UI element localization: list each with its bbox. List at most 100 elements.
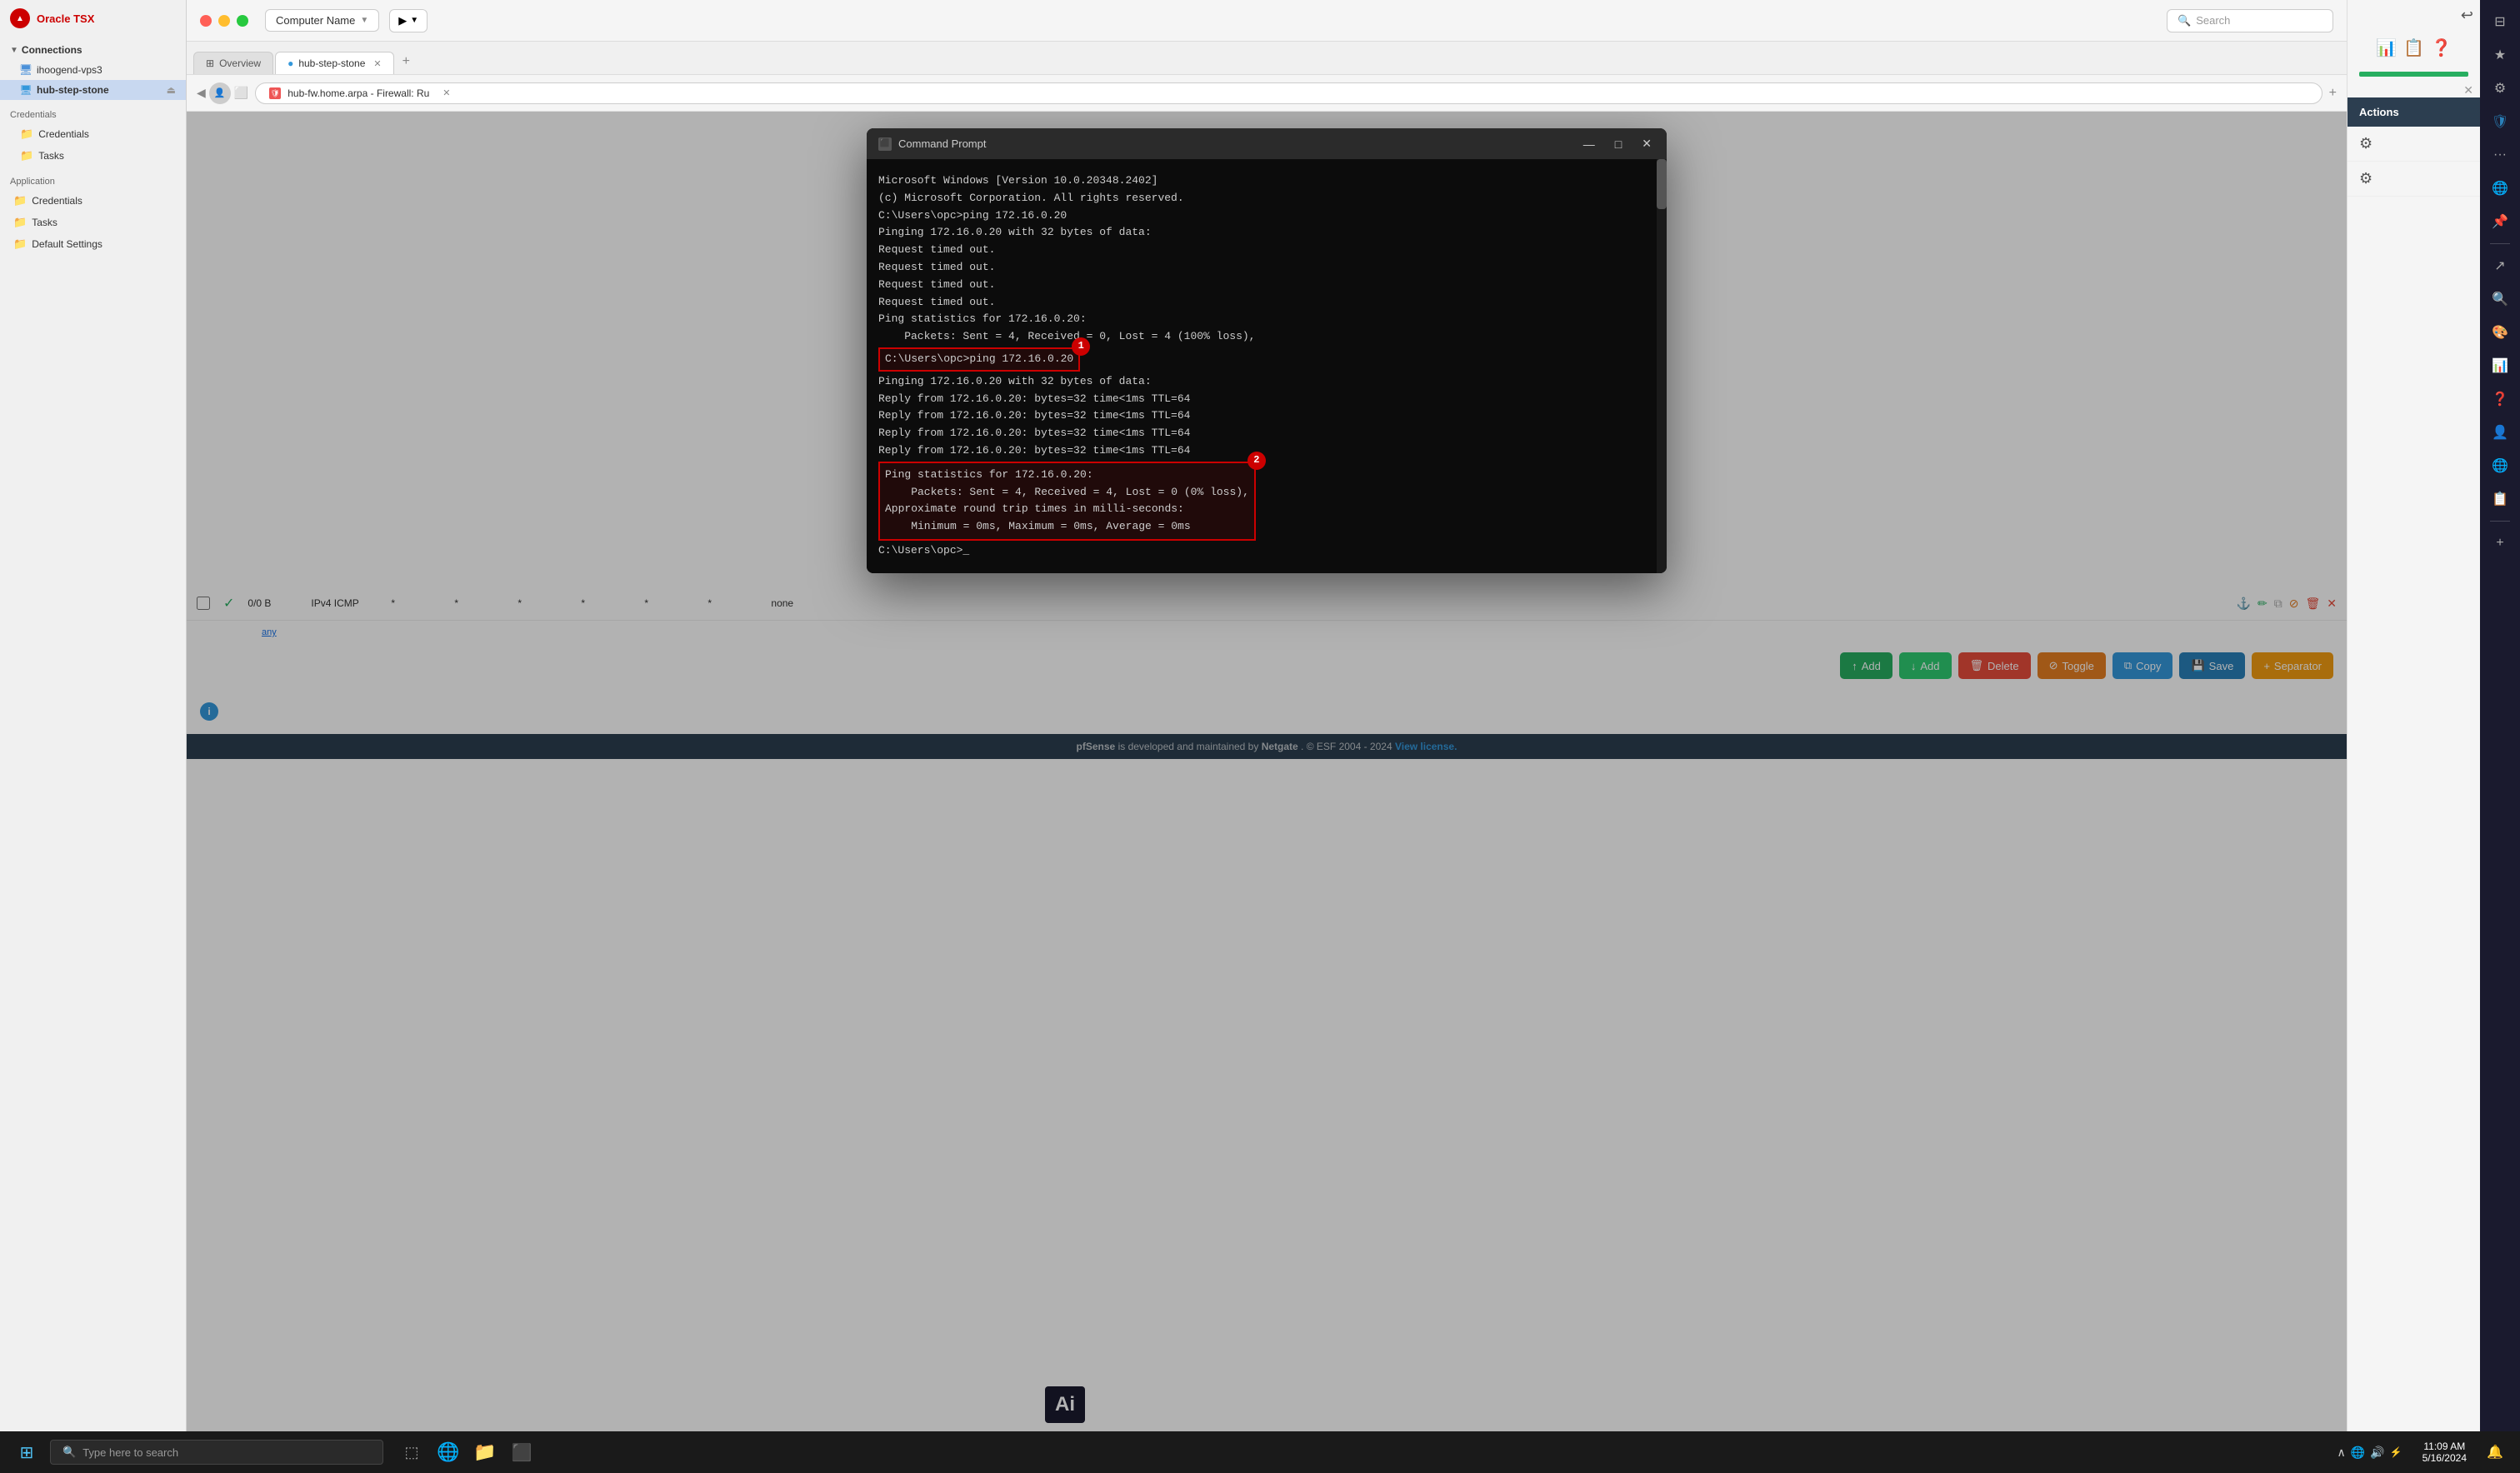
ext-edge-icon[interactable]: 🌐 [2485,173,2515,203]
close-tab-icon[interactable]: ✕ [373,58,381,69]
cmd-line-7: Request timed out. [878,242,1655,259]
ext-forward-icon[interactable]: ↗ [2485,251,2515,281]
eject-icon[interactable]: ⏏ [167,84,176,96]
gear-icon-2: ⚙ [2359,170,2372,187]
application-section: Application 📁 Credentials 📁 Tasks 📁 Defa… [0,170,186,258]
ext-search-ext-icon[interactable]: 🔍 [2485,284,2515,314]
ext-shield-icon[interactable]: 🛡 [2485,107,2515,137]
tab-overview[interactable]: ⊞ Overview [193,52,273,74]
notifications-icon[interactable]: 🔔 [2480,1437,2510,1467]
taskbar-search-icon: 🔍 [62,1446,76,1459]
add-tab-button[interactable]: + [396,49,417,74]
ext-user-icon[interactable]: 👤 [2485,417,2515,447]
ext-color-icon[interactable]: 🎨 [2485,317,2515,347]
maximize-button[interactable] [237,15,248,27]
scrollbar-thumb[interactable] [1657,159,1667,209]
scrollbar-track[interactable] [1657,159,1667,573]
ext-more-icon[interactable]: ··· [2485,140,2515,170]
taskbar-task-view[interactable]: ⬚ [397,1437,427,1467]
browser-new-tab-btn[interactable]: ⬜ [234,86,248,100]
app-container: ▲ Oracle TSX ▼ Connections 🖥 ihoogend-vp… [0,0,2520,1473]
ext-star-icon[interactable]: ★ [2485,40,2515,70]
bar-chart-icon[interactable]: 📊 [2376,37,2397,58]
sidebar-item-tasks-1[interactable]: 📁 Tasks [0,145,186,167]
cmd-prompt-end: C:\Users\opc>_ [878,542,1655,560]
credentials-header: Credentials [0,107,186,123]
search-icon: 🔍 [2178,14,2191,27]
cmd-controls: — □ ✕ [1580,137,1655,151]
actions-return-btn[interactable]: ↩ [2461,7,2473,24]
ext-question-icon[interactable]: ❓ [2485,384,2515,414]
tab-overview-label: Overview [219,57,261,69]
window-controls [200,15,248,27]
play-button[interactable]: ▶ ▼ [389,9,428,32]
app-credentials-label: Credentials [32,195,82,207]
cmd-stats-2: Packets: Sent = 4, Received = 4, Lost = … [885,484,1249,502]
tray-area: ∧ 🌐 🔊 ⚡ [2338,1446,2402,1460]
action-item-1[interactable]: ⚙ [2348,127,2480,162]
url-bar[interactable]: 🛡 hub-fw.home.arpa - Firewall: Ru ✕ [255,82,2322,104]
ext-columns-icon[interactable]: ⊟ [2485,7,2515,37]
tray-battery-icon[interactable]: ⚡ [2390,1446,2402,1458]
taskbar-explorer[interactable]: 📁 [470,1437,500,1467]
url-favicon: 🛡 [269,87,281,99]
cmd-line-1: Microsoft Windows [Version 10.0.20348.24… [878,172,1655,190]
cmd-line-2: (c) Microsoft Corporation. All rights re… [878,190,1655,207]
sidebar-item-label-2: hub-step-stone [37,84,109,96]
add-page-btn[interactable]: + [2329,86,2337,101]
actions-top-bar: ↩ [2348,0,2480,31]
cmd-close-btn[interactable]: ✕ [1638,137,1655,151]
folder-icon-2: 📁 [20,149,33,162]
main-content: Computer Name ▼ ▶ ▼ 🔍 Search ⊞ Overview … [187,0,2347,1473]
computer-name-selector[interactable]: Computer Name ▼ [265,9,379,32]
tray-volume-icon[interactable]: 🔊 [2370,1446,2384,1460]
cmd-maximize-btn[interactable]: □ [1612,137,1625,151]
ext-clipboard-icon[interactable]: 📋 [2485,484,2515,514]
tray-network-icon[interactable]: 🌐 [2351,1446,2365,1460]
cmd-stats-4: Minimum = 0ms, Maximum = 0ms, Average = … [885,518,1249,536]
table-icon[interactable]: 📋 [2403,37,2424,58]
tab-bar: ⊞ Overview ● hub-step-stone ✕ + [187,42,2347,75]
taskbar-terminal[interactable]: ⬛ [507,1437,537,1467]
taskbar-search[interactable]: 🔍 Type here to search [50,1440,383,1465]
tab-hub-step-stone[interactable]: ● hub-step-stone ✕ [275,52,394,74]
taskbar-edge[interactable]: 🌐 [433,1437,463,1467]
close-button[interactable] [200,15,212,27]
sidebar-item-credentials-1[interactable]: 📁 Credentials [0,123,186,145]
cmd-line-10: Request timed out. [878,294,1655,312]
browser-back-btn[interactable]: ◀ [197,86,206,100]
cmd-overlay: ⬛ Command Prompt — □ ✕ Microsoft Windows… [187,112,2347,1473]
app-section-top: Credentials 📁 Credentials 📁 Tasks [0,103,186,170]
notification-bell-icon: 🔔 [2487,1444,2503,1461]
help-icon[interactable]: ❓ [2431,37,2452,58]
cmd-title: Command Prompt [898,137,986,150]
taskbar: ⊞ 🔍 Type here to search ⬚ 🌐 📁 ⬛ ∧ 🌐 🔊 ⚡ … [0,1431,2520,1473]
server-icon-1: 🖥 [20,64,32,76]
minimize-button[interactable] [218,15,230,27]
ext-settings-icon[interactable]: ⚙ [2485,73,2515,103]
url-close-icon[interactable]: ✕ [442,87,450,98]
sidebar-item-ihoogend[interactable]: 🖥 ihoogend-vps3 [0,60,186,80]
browser-profile-btn[interactable]: 👤 [209,82,231,104]
connections-header[interactable]: ▼ Connections [0,40,186,60]
oracle-logo-area: ▲ Oracle TSX [0,0,186,37]
ext-pin-icon[interactable]: 📌 [2485,207,2515,237]
cmd-line-9: Request timed out. [878,277,1655,294]
sidebar-item-credentials-2[interactable]: 📁 Credentials [0,190,186,212]
sidebar-item-default[interactable]: 📁 Default Settings [0,233,186,255]
ext-azure-icon[interactable]: 🌐 [2485,451,2515,481]
ext-add-icon[interactable]: + [2485,528,2515,558]
application-section-title: Application [0,173,186,190]
cmd-line-18: Reply from 172.16.0.20: bytes=32 time<1m… [878,407,1655,425]
sidebar-item-hub[interactable]: 🖥 hub-step-stone ⏏ [0,80,186,100]
panel-close-icon[interactable]: ✕ [2463,83,2473,97]
taskbar-clock[interactable]: 11:09 AM 5/16/2024 [2416,1441,2473,1464]
tray-up-icon[interactable]: ∧ [2338,1446,2346,1460]
cmd-minimize-btn[interactable]: — [1580,137,1598,151]
start-button[interactable]: ⊞ [10,1436,43,1469]
ext-divider-2 [2490,521,2510,522]
ext-chart-icon[interactable]: 📊 [2485,351,2515,381]
action-item-2[interactable]: ⚙ [2348,162,2480,197]
search-bar[interactable]: 🔍 Search [2167,9,2333,32]
sidebar-item-tasks-2[interactable]: 📁 Tasks [0,212,186,233]
